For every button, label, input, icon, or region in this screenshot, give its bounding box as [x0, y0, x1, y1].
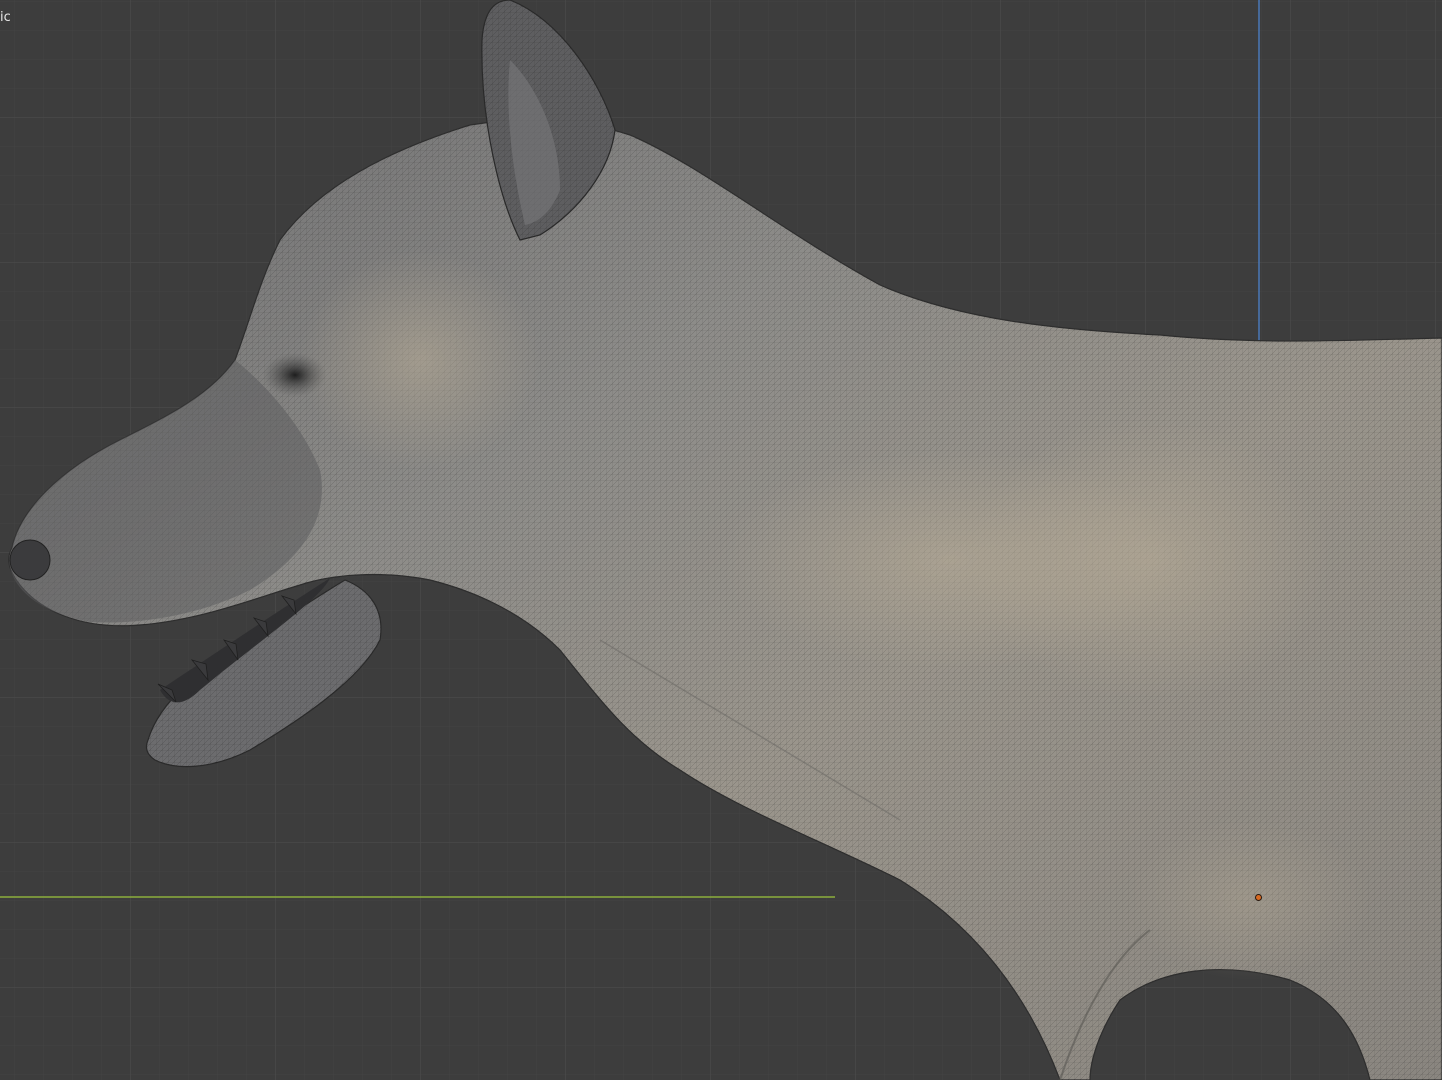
wolf-mesh[interactable] — [0, 0, 1442, 1080]
wolf-nose — [9, 539, 51, 581]
3d-viewport[interactable]: ic — [0, 0, 1442, 1080]
object-origin-dot — [1256, 895, 1261, 900]
view-label: ic — [0, 10, 11, 25]
